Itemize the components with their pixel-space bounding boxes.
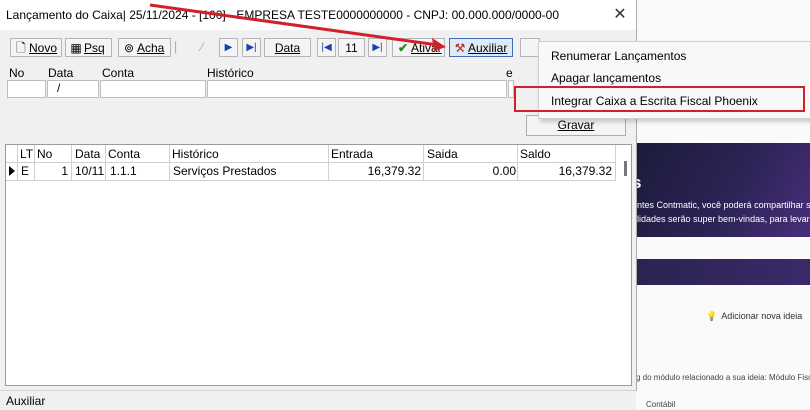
banner-text-1: entes Contmatic, você poderá compartilha… [632,200,810,210]
header-no: No [9,66,25,80]
title-bar: Lançamento do Caixa| 25/11/2024 - [100] … [0,0,636,30]
cell-historico: Serviços Prestados [173,164,277,178]
conta-input[interactable] [100,80,206,98]
hidden-toolbar-button[interactable] [520,38,540,57]
background-banner: s entes Contmatic, você poderá compartil… [632,143,810,237]
data-button[interactable]: Data [264,38,311,57]
binoculars-icon: ⊚ [123,41,135,55]
column-header-lt[interactable]: LT [20,147,33,161]
column-divider [423,145,424,181]
grid-scrollbar[interactable] [619,159,630,180]
column-divider [105,145,106,181]
first-page-button[interactable]: |◀ [317,38,336,57]
background-modulo-text: g do módulo relacionado a sua ideia: Mód… [636,373,810,382]
flag-icon: ⎸ [174,40,187,54]
close-button[interactable]: ✕ [605,4,635,26]
menu-item-renumerar[interactable]: Renumerar Lançamentos [551,49,686,63]
status-bar: Auxiliar [0,390,636,410]
scrollbar-thumb[interactable] [624,161,627,176]
header-extra: e [506,66,513,80]
psq-button[interactable]: ▦ Psq [65,38,112,57]
background-banner-2 [632,259,810,285]
cell-saida: 0.00 [492,164,516,178]
skip-start-icon: |◀ [321,42,332,53]
add-idea-link[interactable]: 💡 Adicionar nova ideia [706,311,802,322]
header-historico: Histórico [207,66,254,80]
last-page-button[interactable]: ▶| [368,38,387,57]
last-button[interactable]: ▶| [242,38,261,57]
cell-entrada: 16,379.32 [367,164,421,178]
highlight-box [514,86,805,112]
data-input[interactable]: / [47,80,99,98]
dash-icon: ⁄ [200,40,203,54]
cell-no: 1 [61,164,68,178]
new-document-icon: 🗋 [16,41,26,55]
column-header-conta[interactable]: Conta [108,147,140,161]
header-conta: Conta [102,66,135,80]
column-header-saida[interactable]: Saida [427,147,458,161]
play-icon: ▶ [224,42,233,53]
lightbulb-icon: 💡 [706,311,718,321]
header-data: Data [48,66,74,80]
cell-saldo: 16,379.32 [558,164,612,178]
menu-item-apagar[interactable]: Apagar lançamentos [551,71,661,85]
entry-header-row: No Data Conta Histórico e [7,63,513,80]
cell-data: 10/11 [75,164,105,178]
lancamentos-grid: LT No Data Conta Histórico Entrada Saida… [5,144,632,386]
row-selector-icon [9,166,15,176]
column-header-no[interactable]: No [37,147,52,161]
ativar-button[interactable]: ✔ Ativar [392,38,445,57]
page-number-field[interactable]: 11 [338,38,365,57]
banner-text-2: alidades serão super bem-vindas, para le… [632,214,810,224]
tools-icon: ⚒ [454,41,466,55]
cell-lt: E [21,164,30,178]
checkmark-icon: ✔ [397,41,409,55]
column-divider [34,145,35,181]
skip-end-icon: ▶| [246,42,257,53]
skip-end-icon: ▶| [372,42,383,53]
search-list-icon: ▦ [70,41,82,55]
column-divider [517,145,518,181]
row-divider [6,180,616,181]
auxiliar-button[interactable]: ⚒ Auxiliar [449,38,513,57]
historico-input[interactable] [207,80,507,98]
column-header-saldo[interactable]: Saldo [520,147,551,161]
cell-conta: 1.1.1 [110,164,137,178]
column-divider [328,145,329,181]
column-divider [615,145,616,181]
next-button[interactable]: ▶ [219,38,238,57]
no-input[interactable] [7,80,46,98]
novo-button[interactable]: 🗋 Novo [10,38,62,57]
column-header-entrada[interactable]: Entrada [331,147,373,161]
column-divider [169,145,170,181]
column-header-data[interactable]: Data [75,147,100,161]
column-divider [71,145,72,181]
acha-button[interactable]: ⊚ Acha [118,38,171,57]
status-text: Auxiliar [6,394,46,408]
column-divider [17,145,18,181]
window-title: Lançamento do Caixa| 25/11/2024 - [100] … [6,8,560,22]
column-header-historico[interactable]: Histórico [172,147,219,161]
background-contabil-text: Contábil [646,400,676,409]
header-divider [6,162,616,163]
